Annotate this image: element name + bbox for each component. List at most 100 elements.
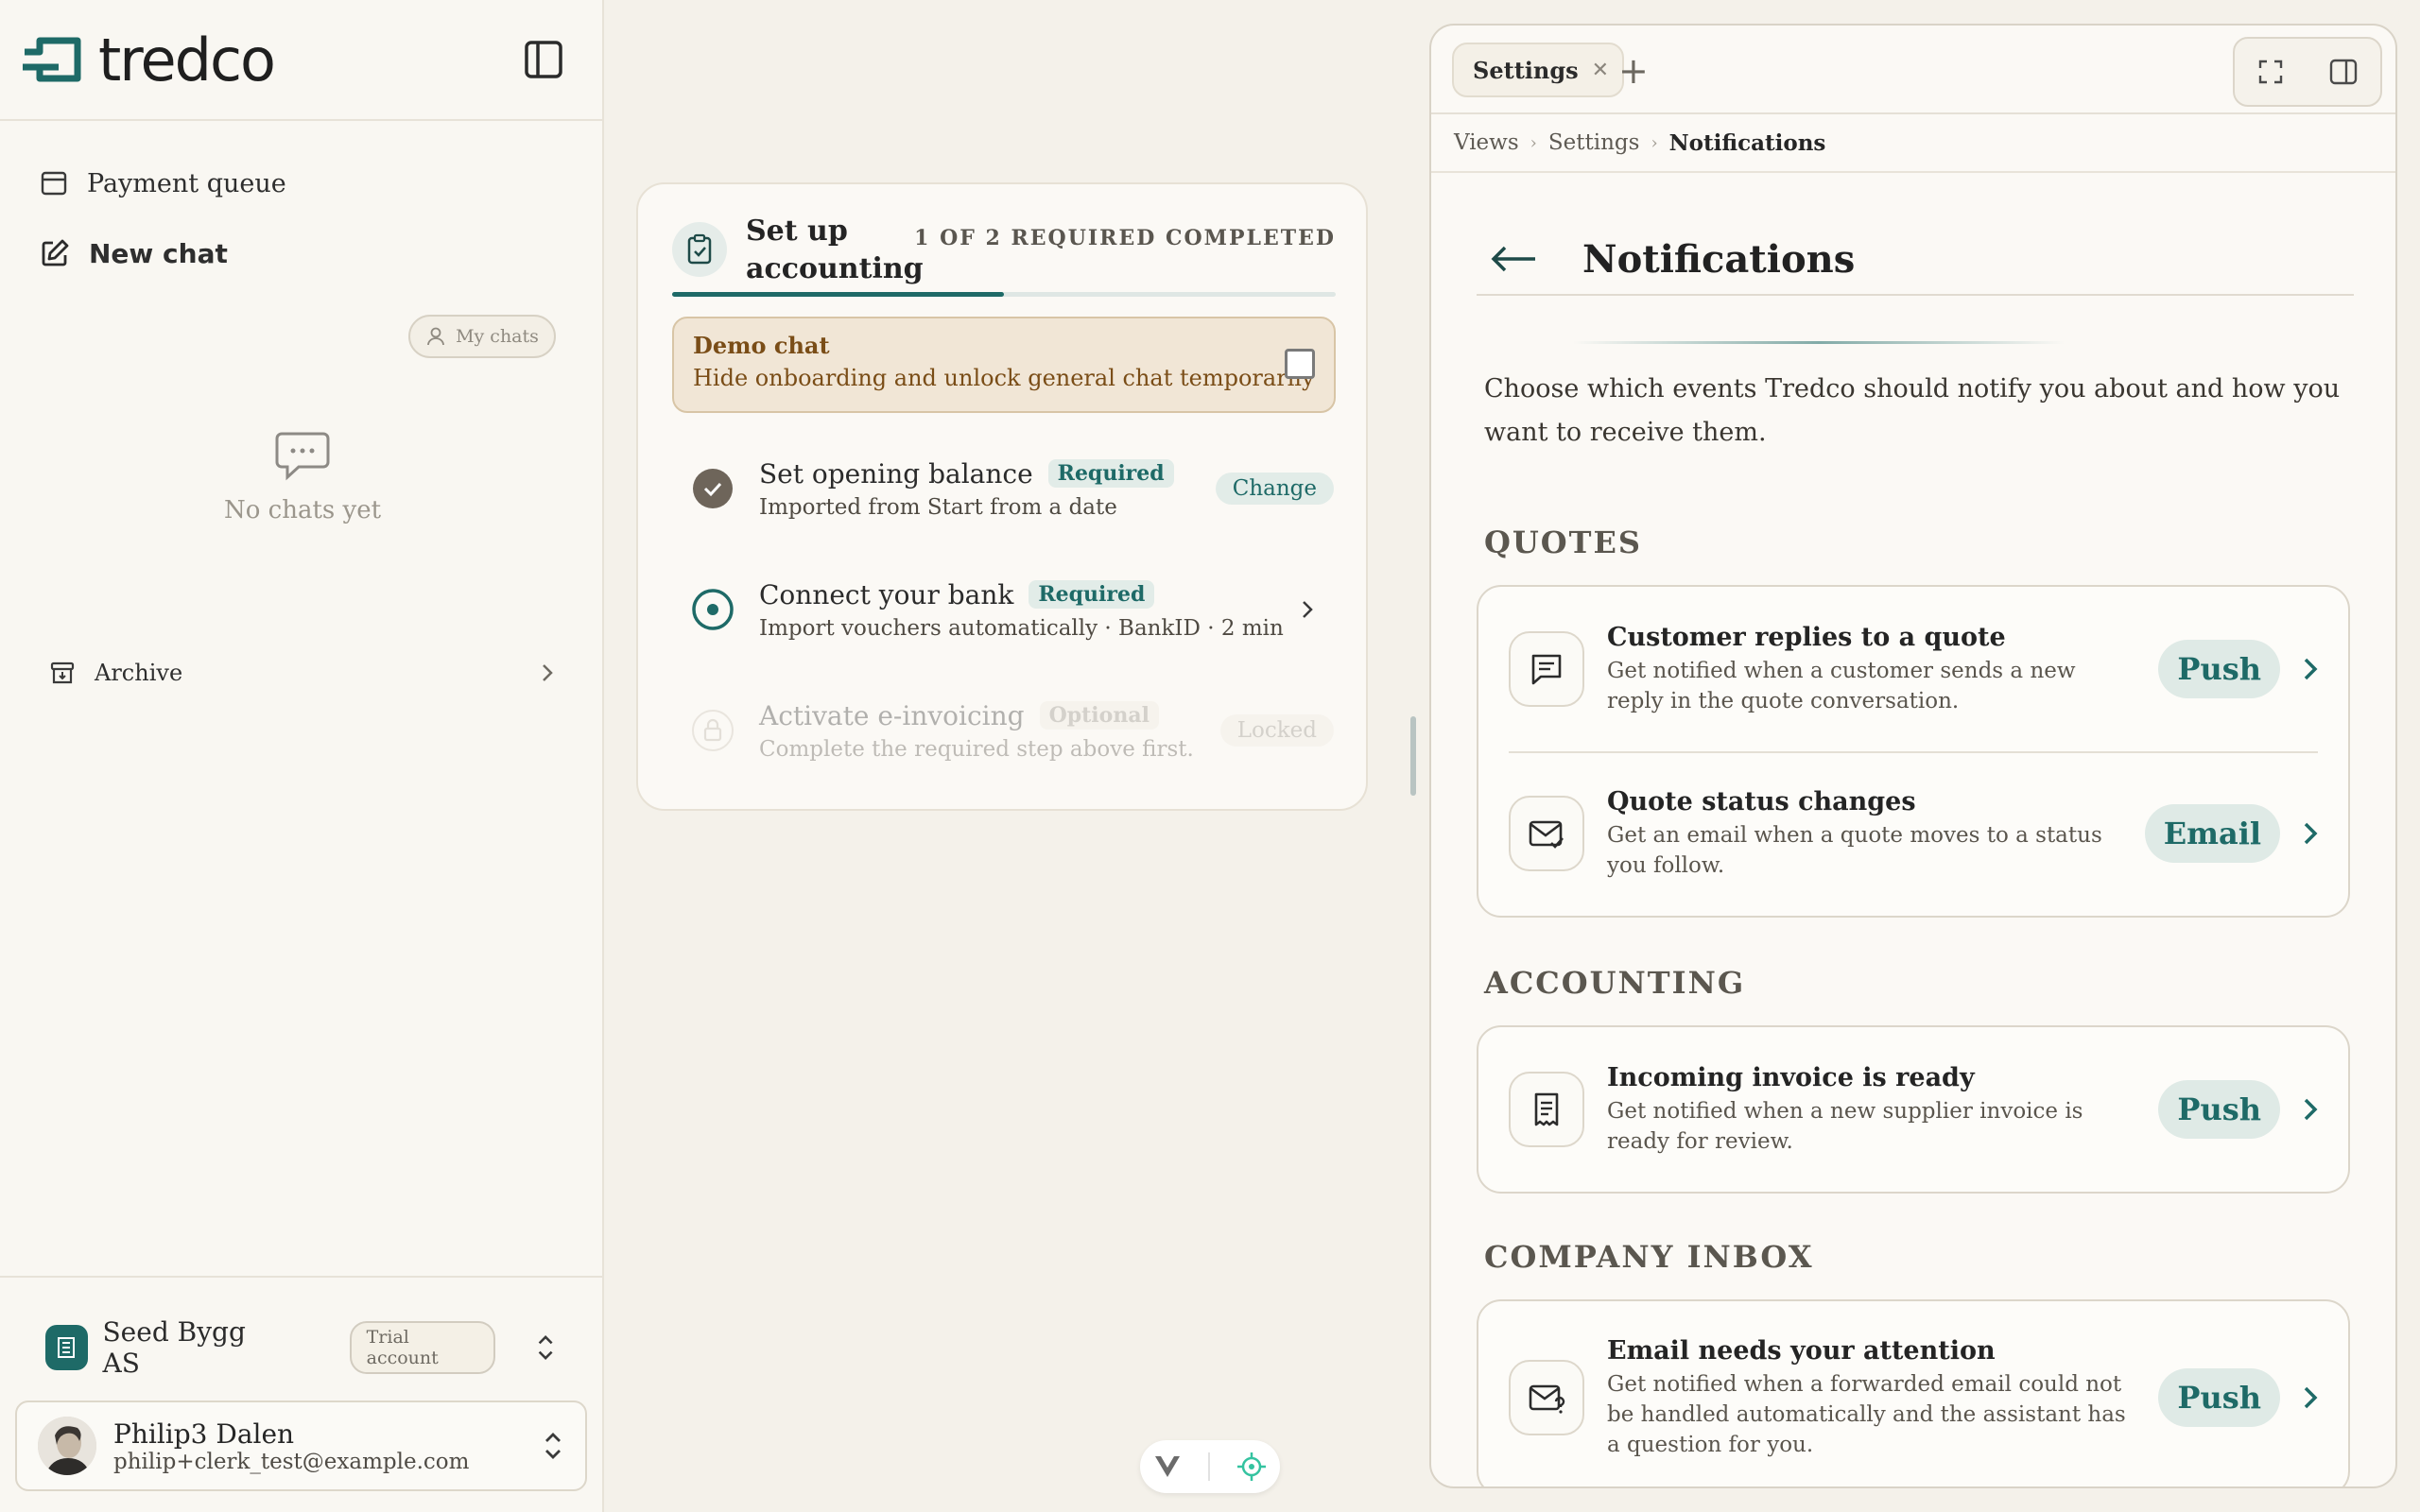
step-desc: Import vouchers automatically · BankID ·… — [759, 615, 1284, 641]
onboarding-card: Set up accounting 1 OF 2 REQUIRED COMPLE… — [636, 182, 1368, 811]
step-name: Activate e-invoicing — [759, 699, 1025, 731]
channel-pill[interactable]: Push — [2158, 1080, 2280, 1139]
add-tab-button[interactable]: + — [1618, 50, 1649, 92]
trial-badge: Trial account — [349, 1321, 495, 1374]
demo-title: Demo chat — [693, 332, 830, 359]
demo-chat-toggle[interactable]: Demo chat Hide onboarding and unlock gen… — [672, 317, 1336, 413]
notification-desc: Get notified when a customer sends a new… — [1607, 658, 2076, 713]
notification-row[interactable]: Quote status changes Get an email when a… — [1478, 751, 2348, 916]
onboarding-progress-bar — [672, 292, 1336, 297]
sidebar-footer: Seed Bygg AS Trial account Philip3 Dalen… — [0, 1276, 604, 1512]
notification-row[interactable]: Incoming invoice is ready Get notified w… — [1478, 1027, 2348, 1192]
step-connect-bank[interactable]: Connect your bank Required Import voucher… — [691, 572, 1334, 647]
step-badge: Required — [1047, 459, 1174, 488]
step-desc: Imported from Start from a date — [759, 494, 1117, 520]
vue-devtools-icon[interactable] — [1153, 1454, 1182, 1479]
step-name: Connect your bank — [759, 578, 1014, 610]
step-opening-balance[interactable]: Set opening balance Required Imported fro… — [691, 451, 1334, 526]
sidebar-header: tredco — [0, 0, 602, 121]
receipt-icon — [1534, 1092, 1559, 1126]
breadcrumb-separator-icon: › — [1530, 132, 1537, 153]
chevron-updown-icon — [538, 1335, 553, 1360]
panel-resize-handle[interactable] — [1410, 716, 1416, 796]
locked-chip: Locked — [1219, 714, 1334, 747]
toggle-sidebar-button[interactable] — [519, 35, 568, 84]
section-title-quotes: QUOTES — [1484, 524, 1642, 560]
notifications-content: Notifications Choose which events Tredco… — [1431, 175, 2395, 1486]
chevron-right-icon — [543, 664, 553, 681]
breadcrumb-item[interactable]: Views — [1454, 130, 1519, 155]
onboarding-title: Set up accounting — [746, 215, 924, 285]
edit-icon — [42, 239, 69, 266]
toolbar-divider — [1208, 1452, 1210, 1481]
notification-desc: Get notified when a new supplier invoice… — [1607, 1098, 2083, 1154]
target-icon[interactable] — [1236, 1452, 1267, 1482]
row-divider — [1509, 751, 2318, 753]
company-switcher[interactable]: Seed Bygg AS Trial account — [45, 1316, 556, 1379]
channel-pill[interactable]: Push — [2158, 640, 2280, 698]
sidebar-item-payment-queue[interactable]: Payment queue — [40, 163, 602, 204]
step-desc: Complete the required step above first. — [759, 736, 1194, 762]
sidebar-nav: Payment queue New chat — [0, 121, 602, 274]
empty-chats-state: No chats yet — [170, 430, 435, 524]
breadcrumb-item[interactable]: Settings — [1548, 130, 1640, 155]
step-badge: Optional — [1039, 701, 1159, 730]
change-button[interactable]: Change — [1215, 472, 1334, 505]
panel-tabbar: Settings ✕ + — [1431, 26, 2395, 114]
tab-settings[interactable]: Settings ✕ — [1452, 43, 1625, 97]
onboarding-header: Set up accounting 1 OF 2 REQUIRED COMPLE… — [672, 213, 1336, 288]
onboarding-icon — [672, 222, 727, 277]
company-logo — [45, 1325, 88, 1370]
back-arrow-icon[interactable] — [1490, 245, 1537, 273]
breadcrumb-current: Notifications — [1668, 129, 1826, 156]
onboarding-progress-count: 1 OF 2 REQUIRED COMPLETED — [914, 226, 1336, 250]
clipboard-check-icon — [687, 233, 712, 265]
user-info: Philip3 Dalen philip+clerk_test@example.… — [113, 1418, 469, 1474]
demo-checkbox[interactable] — [1285, 349, 1315, 379]
sidebar-item-archive[interactable]: Archive — [49, 652, 555, 694]
channel-pill[interactable]: Email — [2144, 804, 2280, 863]
brand-logo[interactable]: tredco — [21, 26, 276, 94]
step-name: Set opening balance — [759, 457, 1033, 490]
split-panel-icon[interactable] — [2328, 58, 2359, 86]
sidebar-item-label: Payment queue — [87, 168, 286, 198]
inbox-icon — [41, 171, 67, 196]
notification-title: Email needs your attention — [1607, 1335, 1996, 1366]
notification-desc: Get notified when a forwarded email coul… — [1607, 1371, 2126, 1457]
floating-toolbar — [1140, 1440, 1280, 1493]
progress-fill — [672, 292, 1004, 297]
radio-current-icon — [692, 589, 734, 630]
close-tab-icon[interactable]: ✕ — [1592, 59, 1609, 82]
intro-text: Choose which events Tredco should notify… — [1484, 374, 2341, 447]
empty-label: No chats yet — [223, 496, 382, 524]
chevron-right-icon — [2299, 655, 2322, 683]
new-chat-button[interactable]: New chat — [40, 232, 602, 274]
notifications-header: Notifications — [1477, 224, 2354, 296]
user-menu[interactable]: Philip3 Dalen philip+clerk_test@example.… — [15, 1400, 587, 1491]
sidebar-item-label: New chat — [89, 237, 228, 269]
notification-icon-box — [1509, 1072, 1584, 1147]
chat-bubble-icon — [275, 432, 330, 481]
expand-icon[interactable] — [2256, 58, 2285, 86]
channel-pill[interactable]: Push — [2158, 1368, 2280, 1427]
notification-row[interactable]: Email needs your attention Get notified … — [1478, 1301, 2348, 1486]
notification-group-company-inbox: Email needs your attention Get notified … — [1477, 1299, 2350, 1486]
step-status — [691, 709, 735, 752]
notification-title: Customer replies to a quote — [1607, 622, 2006, 652]
notification-icon-box — [1509, 796, 1584, 871]
mail-question-icon — [1529, 1384, 1565, 1414]
my-chats-filter[interactable]: My chats — [408, 315, 556, 358]
app-root: tredco Payment queue New chat My chats N… — [0, 0, 2420, 1512]
tredco-logo-icon — [23, 37, 81, 82]
archive-label: Archive — [95, 660, 183, 686]
step-status — [691, 467, 735, 510]
chevron-right-icon — [2299, 1383, 2322, 1412]
notification-title: Quote status changes — [1607, 786, 1916, 816]
check-circle-icon — [693, 469, 733, 508]
chevron-updown-icon — [545, 1433, 561, 1459]
chevron-right-icon — [2299, 819, 2322, 848]
step-e-invoicing: Activate e-invoicing Optional Complete th… — [691, 693, 1334, 768]
notification-desc: Get an email when a quote moves to a sta… — [1607, 822, 2102, 878]
avatar — [38, 1417, 96, 1475]
notification-row[interactable]: Customer replies to a quote Get notified… — [1478, 587, 2348, 751]
